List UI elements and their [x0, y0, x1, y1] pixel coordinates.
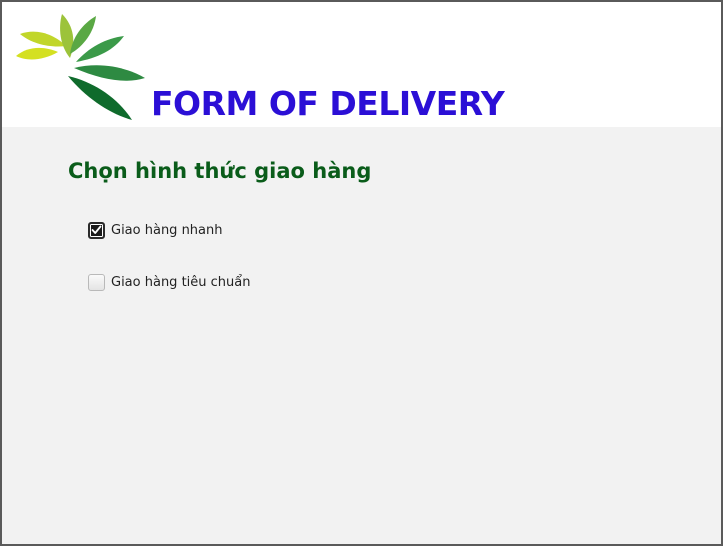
fast-delivery-label: Giao hàng nhanh — [111, 222, 223, 238]
main-content: Chọn hình thức giao hàng Giao hàng nhanh… — [2, 127, 721, 544]
checkmark-icon — [91, 225, 102, 234]
standard-delivery-checkbox[interactable] — [88, 273, 105, 291]
page-title: FORM OF DELIVERY — [151, 84, 505, 123]
standard-delivery-option[interactable]: Giao hàng tiêu chuẩn — [88, 272, 250, 292]
app-window: FORM OF DELIVERY Chọn hình thức giao hàn… — [0, 0, 723, 546]
leaf-fan-logo-icon — [16, 14, 145, 120]
fast-delivery-checkbox[interactable] — [88, 221, 105, 239]
header: FORM OF DELIVERY — [2, 2, 721, 127]
standard-delivery-label: Giao hàng tiêu chuẩn — [111, 274, 251, 290]
fast-delivery-option[interactable]: Giao hàng nhanh — [88, 220, 223, 240]
section-heading: Chọn hình thức giao hàng — [68, 159, 372, 183]
